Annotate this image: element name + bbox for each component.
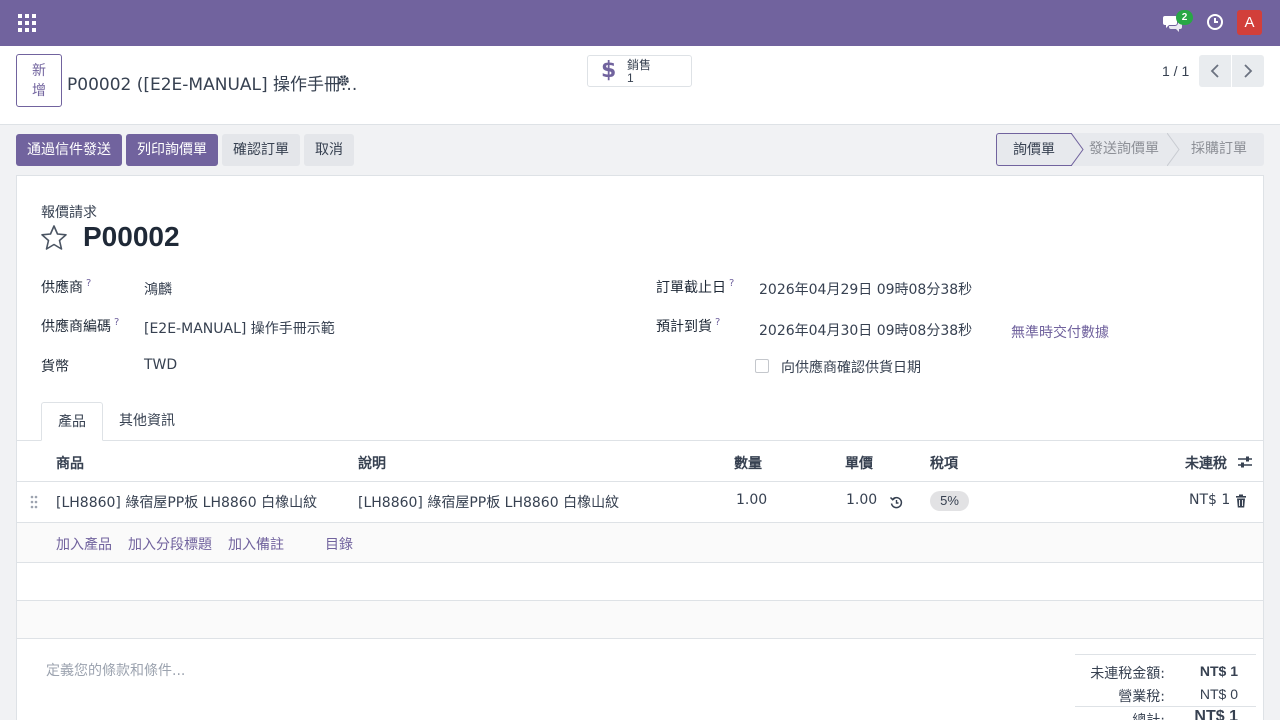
catalog-link[interactable]: 目錄 [325,534,353,554]
status-step-rfq-sent[interactable]: 發送詢價單 [1089,133,1159,166]
column-header-description[interactable]: 說明 [358,453,386,473]
drag-handle-icon[interactable] [30,495,38,509]
cell-unit-price[interactable]: 1.00 [846,492,877,508]
expected-arrival-label-text: 預計到貨 [656,319,712,335]
order-deadline-help-mark[interactable]: ? [729,278,734,289]
column-header-quantity[interactable]: 數量 [734,453,762,473]
order-reference: P00002 [83,221,180,252]
header-row-divider [17,481,1263,482]
dollar-icon: $ [601,58,617,83]
trash-icon[interactable] [1235,494,1247,508]
terms-conditions-field[interactable]: 定義您的條款和條件... [46,660,185,680]
untaxed-amount-value: NT$ 1 [1199,663,1238,679]
apps-menu-icon[interactable] [18,14,36,32]
status-step-rfq[interactable]: 詢價單 [996,133,1072,166]
vendor-label: 供應商? [41,277,91,297]
order-deadline-label-text: 訂單截止日 [656,280,726,296]
smart-button-value: 1 [627,71,634,85]
on-time-delivery-link[interactable]: 無準時交付數據 [1011,322,1109,342]
print-rfq-button[interactable]: 列印詢價單 [126,134,218,166]
optional-columns-icon[interactable] [1237,454,1253,470]
status-bar: 詢價單 發送詢價單 採購訂單 [996,133,1264,166]
expected-arrival-label: 預計到貨? [656,316,720,336]
cell-subtotal: NT$ 1 [1189,492,1231,508]
vendor-reference-label: 供應商編碼? [41,316,119,336]
untaxed-amount-label: 未連稅金額: [1090,666,1165,682]
tax-badge[interactable]: 5% [930,491,969,511]
column-header-product[interactable]: 商品 [56,453,84,473]
star-icon[interactable] [40,224,68,252]
order-deadline-label: 訂單截止日? [656,277,734,297]
send-by-email-button[interactable]: 通過信件發送 [16,134,122,166]
expected-arrival-field[interactable]: 2026年04月30日 09時08分38秒 [759,320,972,340]
vendor-field[interactable]: 鴻麟 [144,279,172,299]
tab-products[interactable]: 產品 [41,402,103,441]
history-icon[interactable] [889,495,904,510]
pager-previous-button[interactable] [1199,55,1231,87]
rfq-caption: 報價請求 [41,205,97,221]
add-section-link[interactable]: 加入分段標題 [128,534,212,554]
column-header-unit-price[interactable]: 單價 [845,453,873,473]
currency-field[interactable]: TWD [144,357,177,373]
row-divider [17,562,1263,563]
add-product-link[interactable]: 加入產品 [56,534,112,554]
messaging-count-badge: 2 [1176,10,1193,25]
currency-label: 貨幣 [41,359,69,375]
status-arrow-active [1071,133,1084,166]
vendor-help-mark[interactable]: ? [86,278,91,289]
row-divider [17,638,1263,639]
tax-amount-label: 營業稅: [1118,689,1165,705]
confirm-date-label: 向供應商確認供貨日期 [781,360,921,376]
vendor-reference-help-mark[interactable]: ? [114,317,119,328]
new-button[interactable]: 新增 [16,54,62,107]
activity-clock-icon[interactable] [1206,13,1224,31]
column-header-taxes[interactable]: 稅項 [930,453,958,473]
column-header-subtotal[interactable]: 未連稅 [1185,453,1227,473]
gear-icon[interactable] [337,74,350,87]
status-arrow-separator [1167,133,1180,166]
order-deadline-field[interactable]: 2026年04月29日 09時08分38秒 [759,279,972,299]
vendor-reference-label-text: 供應商編碼 [41,319,111,335]
control-panel: 新增 P00002 ([E2E-MANUAL] 操作手冊... $ 銷售 1 1… [0,46,1280,125]
total-value: NT$ 1 [1194,708,1238,720]
vendor-reference-field[interactable]: [E2E-MANUAL] 操作手冊示範 [144,318,335,338]
cancel-button[interactable]: 取消 [304,134,354,166]
expected-arrival-help-mark[interactable]: ? [715,317,720,328]
tabs-divider [17,440,1263,441]
row-divider [17,600,1263,601]
cell-quantity[interactable]: 1.00 [736,492,767,508]
chevron-left-icon [1210,64,1219,78]
status-step-purchase-order[interactable]: 採購訂單 [1191,133,1247,166]
user-avatar[interactable]: A [1237,10,1262,35]
breadcrumb-record-title: P00002 ([E2E-MANUAL] 操作手冊... [67,75,358,95]
totals-divider [1075,654,1256,655]
tab-other-info[interactable]: 其他資訊 [119,402,175,441]
pager-value[interactable]: 1 / 1 [1162,63,1189,79]
confirm-order-button[interactable]: 確認訂單 [222,134,300,166]
totals-divider [1075,706,1256,707]
add-note-link[interactable]: 加入備註 [228,534,284,554]
tax-amount-value: NT$ 0 [1199,686,1238,702]
empty-row [17,601,1263,638]
top-navbar: 2 A [0,0,1280,46]
total-label: 總計: [1132,710,1165,720]
pager-next-button[interactable] [1232,55,1264,87]
sales-smart-button[interactable]: $ 銷售 1 [587,55,692,87]
cell-product[interactable]: [LH8860] 綠宿屋PP板 LH8860 白橡山紋 [56,492,317,512]
chevron-right-icon [1244,64,1253,78]
vendor-label-text: 供應商 [41,280,83,296]
cell-description[interactable]: [LH8860] 綠宿屋PP板 LH8860 白橡山紋 [358,492,619,512]
confirm-date-checkbox[interactable] [755,359,769,373]
